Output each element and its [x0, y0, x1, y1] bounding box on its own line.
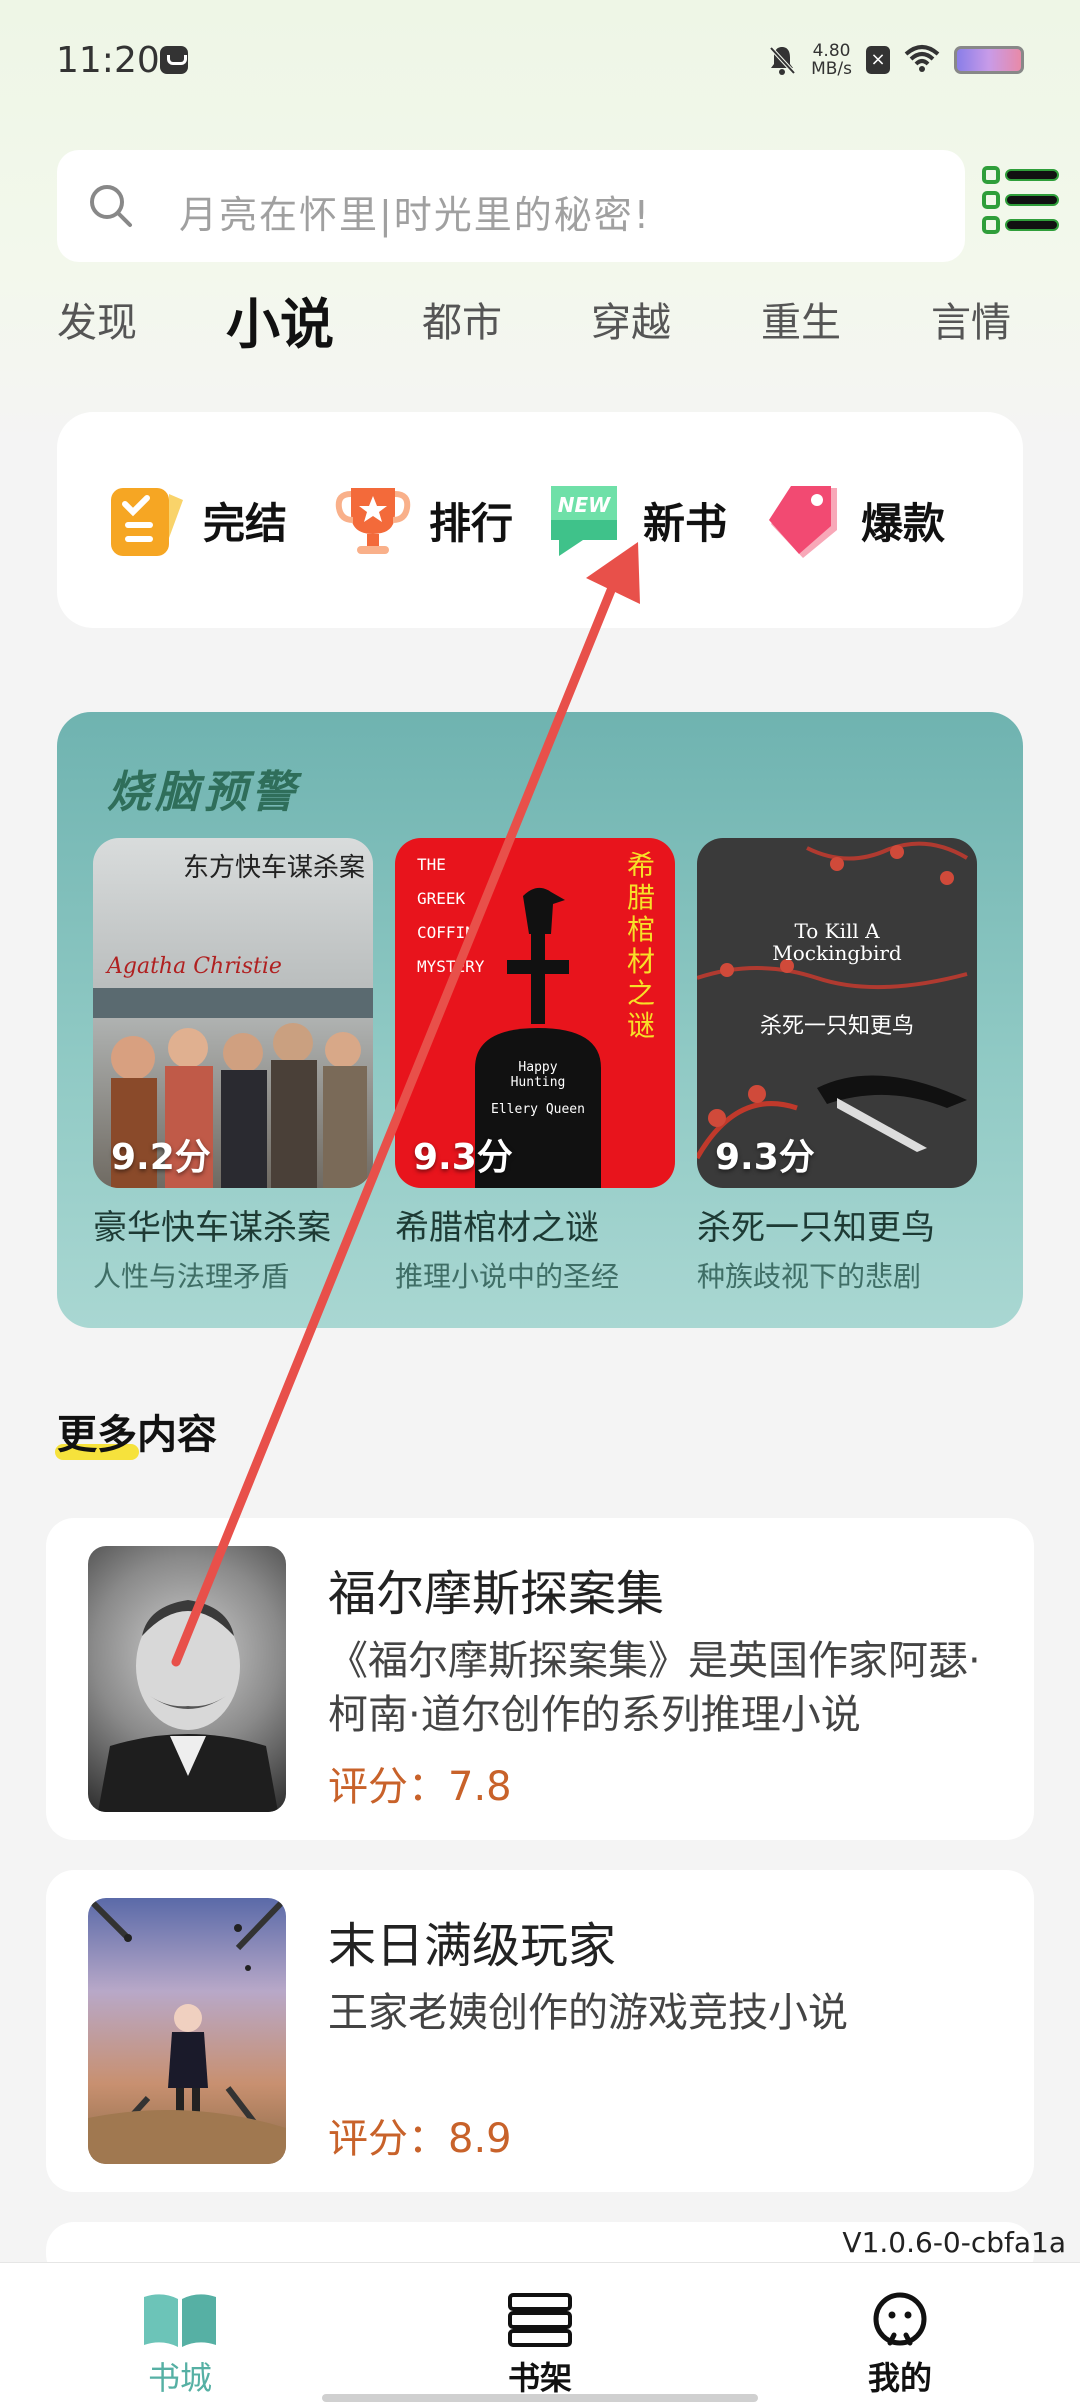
- book-cover-2: THE GREEK COFFIN MYSTERY 希腊棺材之谜 Happy Hu…: [395, 838, 675, 1188]
- more-content-title: 更多内容: [55, 1412, 217, 1460]
- book-description: 王家老姨创作的游戏竞技小说: [328, 1990, 848, 2036]
- status-bar: 11:20 4.80 MB/s ×: [0, 0, 1080, 120]
- tab-rebirth[interactable]: 重生: [761, 290, 841, 348]
- book-cover-1: 东方快车谋杀案 Agatha Christie 9.2分: [93, 838, 373, 1188]
- new-badge-icon: NEW: [547, 480, 627, 560]
- quick-links-card: 完结 排行 NEW 新书 爆款: [57, 412, 1023, 628]
- book-title-2: 希腊棺材之谜: [395, 1208, 599, 1248]
- featured-brain-teaser-card: 烧脑预警 东方快车谋杀案 Agatha Christie 9.2分 豪华快车谋杀…: [57, 712, 1023, 1328]
- tab-romance[interactable]: 言情: [931, 290, 1011, 348]
- app-version: V1.0.6-0-cbfa1a: [842, 2226, 1066, 2259]
- book-title: 末日满级玩家: [328, 1918, 617, 1974]
- nav-profile[interactable]: 我的: [820, 2291, 980, 2399]
- category-tabs: 发现 小说 都市 穿越 重生 言情: [0, 290, 1080, 370]
- open-book-icon: [142, 2291, 218, 2349]
- book-score-3: 9.3分: [715, 1137, 815, 1178]
- tag-icon: [765, 480, 845, 560]
- book-list-item[interactable]: 福尔摩斯探案集 《福尔摩斯探案集》是英国作家阿瑟·柯南·道尔创作的系列推理小说 …: [46, 1518, 1034, 1840]
- quick-link-completed[interactable]: 完结: [107, 480, 287, 560]
- completed-icon: [107, 480, 187, 560]
- book-list-item[interactable]: 末日满级玩家 王家老姨创作的游戏竞技小说 评分：8.9: [46, 1870, 1034, 2192]
- wifi-icon: [904, 44, 940, 76]
- trophy-icon: [333, 480, 413, 560]
- message-notification-icon: [160, 46, 188, 74]
- nav-bookshelf[interactable]: 书架: [460, 2291, 620, 2399]
- profile-icon: [862, 2291, 938, 2349]
- quick-link-ranking[interactable]: 排行: [333, 480, 513, 560]
- svg-text:NEW: NEW: [558, 493, 611, 517]
- book-title-1: 豪华快车谋杀案: [93, 1208, 331, 1248]
- book-subtitle-3: 种族歧视下的悲剧: [697, 1260, 922, 1293]
- bookshelf-icon: [502, 2291, 578, 2349]
- status-time: 11:20: [56, 40, 160, 81]
- search-placeholder: 月亮在怀里|时光里的秘密!: [179, 193, 652, 237]
- book-subtitle-1: 人性与法理矛盾: [93, 1260, 290, 1293]
- book-score-2: 9.3分: [413, 1137, 513, 1178]
- book-subtitle-2: 推理小说中的圣经: [395, 1260, 620, 1293]
- featured-book-2[interactable]: THE GREEK COFFIN MYSTERY 希腊棺材之谜 Happy Hu…: [395, 838, 675, 1295]
- bell-muted-icon: [767, 44, 797, 76]
- home-indicator: [322, 2394, 758, 2402]
- tab-discover[interactable]: 发现: [57, 290, 137, 348]
- network-speed: 4.80 MB/s: [811, 41, 852, 79]
- search-input[interactable]: 月亮在怀里|时光里的秘密!: [57, 150, 965, 262]
- sim-icon: ×: [866, 46, 890, 74]
- category-menu-icon[interactable]: [982, 166, 1060, 234]
- tab-urban[interactable]: 都市: [422, 290, 502, 348]
- book-score: 评分：8.9: [328, 2116, 512, 2162]
- quick-link-hot[interactable]: 爆款: [765, 480, 945, 560]
- book-score-1: 9.2分: [111, 1137, 211, 1178]
- tab-time-travel[interactable]: 穿越: [591, 290, 671, 348]
- featured-book-1[interactable]: 东方快车谋杀案 Agatha Christie 9.2分 豪华快车谋杀案 人性与…: [93, 838, 373, 1295]
- battery-icon: [954, 46, 1024, 74]
- book-score: 评分：7.8: [328, 1764, 512, 1810]
- book-title: 福尔摩斯探案集: [328, 1566, 665, 1622]
- book-title-3: 杀死一只知更鸟: [697, 1208, 935, 1248]
- book-thumbnail: [88, 1898, 286, 2164]
- book-cover-3: To Kill A Mockingbird 杀死一只知更鸟 9.3分: [697, 838, 977, 1188]
- search-icon: [89, 184, 133, 228]
- quick-link-new-books[interactable]: NEW 新书: [547, 480, 727, 560]
- tab-novel[interactable]: 小说: [226, 280, 334, 359]
- featured-title: 烧脑预警: [107, 767, 299, 818]
- bottom-nav: 书城 书架 我的: [0, 2262, 1080, 2408]
- book-description: 《福尔摩斯探案集》是英国作家阿瑟·柯南·道尔创作的系列推理小说: [328, 1638, 981, 1738]
- featured-book-3[interactable]: To Kill A Mockingbird 杀死一只知更鸟 9.3分 杀死一只知…: [697, 838, 977, 1295]
- nav-bookstore[interactable]: 书城: [100, 2291, 260, 2399]
- book-thumbnail: [88, 1546, 286, 1812]
